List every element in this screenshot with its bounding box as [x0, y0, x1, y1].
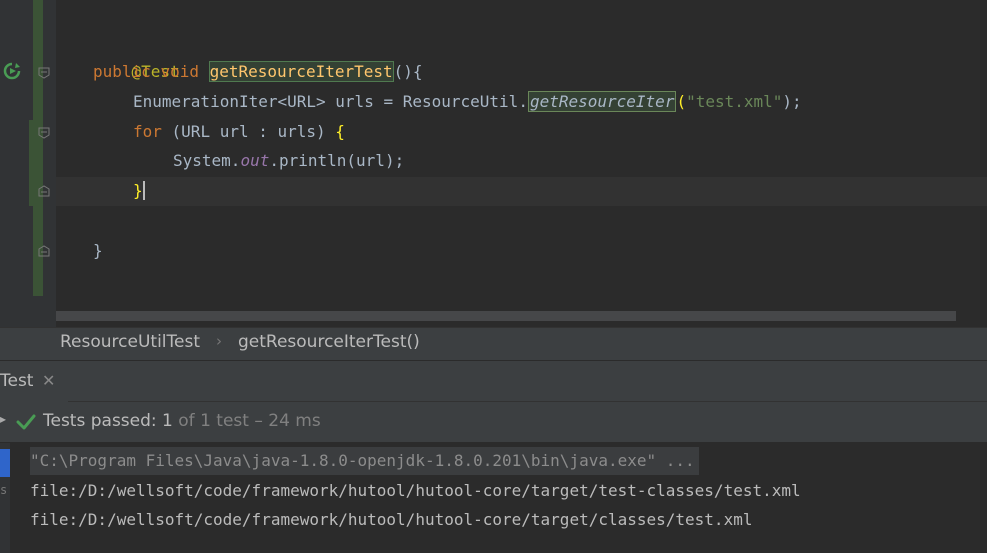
close-method-brace: } [93, 241, 103, 260]
matched-open-brace: { [335, 122, 345, 141]
code-line-annotation[interactable]: @Test [93, 27, 180, 81]
status-prefix: Tests passed: [43, 411, 157, 431]
close-paren-semicolon: ); [782, 92, 802, 111]
keyword-void: void [160, 62, 199, 81]
chevron-right-icon: › [216, 332, 222, 350]
code-line-println[interactable]: System.out.println(url); [173, 146, 404, 176]
console-output[interactable]: s "C:\Program Files\Java\java-1.8.0-open… [0, 443, 987, 553]
method-name-highlighted[interactable]: getResourceIterTest [208, 61, 394, 82]
system-class: System. [173, 151, 241, 170]
method-parens: (){ [393, 62, 423, 81]
code-line-method-signature[interactable]: public void getResourceIterTest(){ [93, 57, 423, 87]
code-line-enumeration[interactable]: EnumerationIter<URL> urls = ResourceUtil… [133, 87, 802, 117]
test-status-text: Tests passed: 1 of 1 test – 24 ms [43, 411, 321, 431]
code-line-close-for[interactable]: } [133, 176, 145, 206]
vcs-change-marker-inner [29, 120, 33, 206]
code-editor[interactable]: @Test public void getResourceIterTest(){… [0, 0, 987, 327]
editor-gutter[interactable] [0, 0, 56, 327]
tab-test[interactable]: Test [0, 361, 68, 402]
fold-end-icon[interactable] [38, 245, 50, 257]
fold-icon[interactable] [38, 67, 50, 79]
horizontal-scrollbar[interactable] [56, 311, 956, 321]
close-icon[interactable]: ✕ [42, 361, 55, 401]
breadcrumb: ResourceUtilTest › getResourceIterTest() [0, 327, 987, 360]
matched-close-brace-caret: } [133, 181, 145, 200]
breadcrumb-item-class[interactable]: ResourceUtilTest [60, 332, 200, 352]
current-line-highlight [56, 177, 987, 206]
chevron-right-icon[interactable]: ▸ [0, 412, 6, 426]
breadcrumb-item-method[interactable]: getResourceIterTest() [238, 332, 420, 352]
static-field-out: out [240, 151, 270, 170]
run-test-icon[interactable] [3, 62, 21, 80]
println-call: .println(url); [269, 151, 405, 170]
test-duration: – 24 ms [254, 411, 321, 431]
string-literal: "test.xml" [686, 92, 783, 111]
open-paren: ( [676, 92, 687, 111]
static-method-highlighted[interactable]: getResourceIter [527, 91, 677, 112]
fold-end-icon[interactable] [38, 185, 50, 197]
test-status-bar: ▸ Tests passed: 1 of 1 test – 24 ms [0, 402, 987, 443]
console-command-line[interactable]: "C:\Program Files\Java\java-1.8.0-openjd… [30, 447, 699, 475]
tab-test-label: Test [0, 371, 34, 391]
console-line-marker: s [0, 483, 8, 497]
console-selected-marker [0, 449, 10, 477]
console-output-line[interactable]: file:/D:/wellsoft/code/framework/hutool/… [30, 506, 752, 534]
passed-count: 1 [162, 411, 173, 431]
keyword-public: public [93, 62, 151, 81]
enum-declaration: EnumerationIter<URL> urls = ResourceUtil… [133, 92, 528, 111]
total-tests: of 1 test [178, 411, 249, 431]
for-clause: (URL url : urls) [161, 122, 336, 141]
code-line-for-loop[interactable]: for (URL url : urls) { [133, 117, 345, 147]
code-line-close-method[interactable]: } [93, 236, 103, 266]
run-tool-window-header: Test ✕ [0, 360, 987, 402]
console-output-line[interactable]: file:/D:/wellsoft/code/framework/hutool/… [30, 477, 801, 505]
keyword-for: for [133, 122, 162, 141]
check-icon [16, 414, 36, 430]
fold-icon[interactable] [38, 127, 50, 139]
